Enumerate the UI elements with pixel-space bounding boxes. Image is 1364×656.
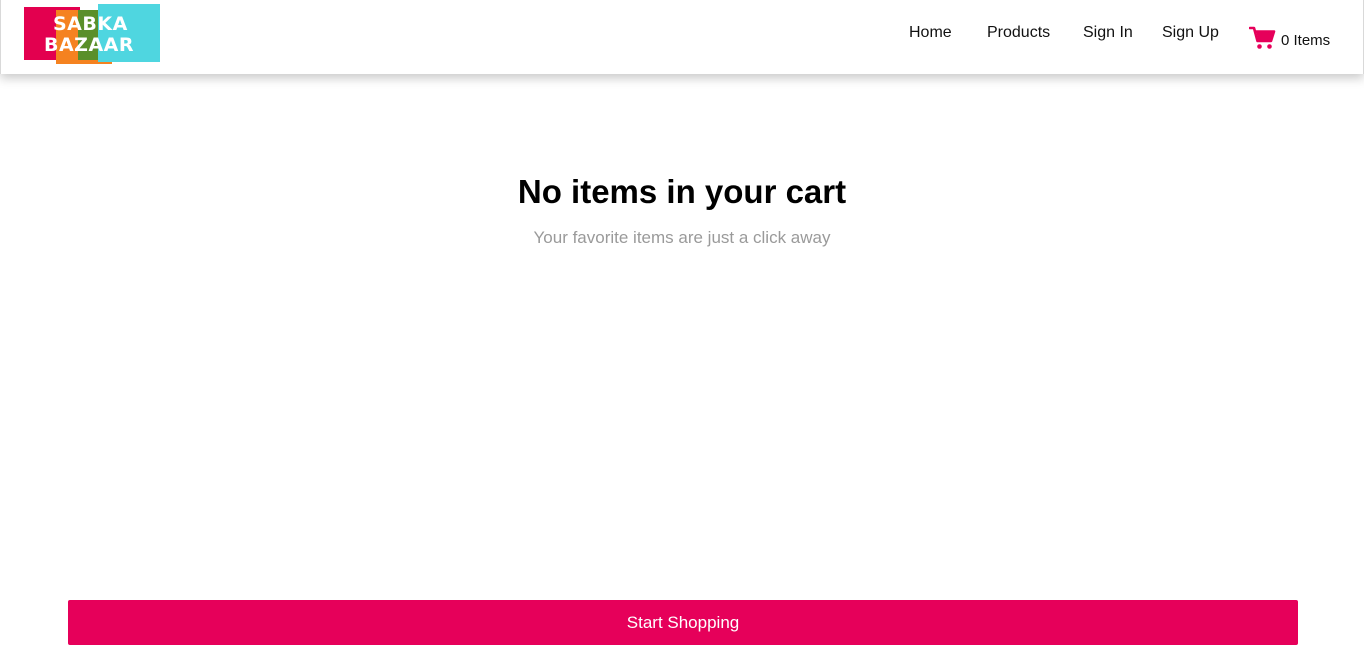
empty-cart-subtitle: Your favorite items are just a click awa… — [533, 228, 831, 247]
nav-sign-in[interactable]: Sign In — [1083, 24, 1133, 42]
nav-home[interactable]: Home — [909, 24, 952, 42]
nav-sign-up[interactable]: Sign Up — [1162, 24, 1219, 42]
cart-button[interactable]: 0 Items — [1249, 26, 1330, 50]
nav-products[interactable]: Products — [987, 24, 1050, 42]
sabka-bazaar-logo[interactable]: SABKA BAZAAR — [23, 4, 161, 66]
logo-text-line1: SABKA — [53, 13, 128, 35]
start-shopping-button[interactable]: Start Shopping — [68, 600, 1298, 645]
shopping-cart-icon — [1249, 26, 1276, 50]
empty-cart-title: No items in your cart — [517, 173, 847, 210]
logo-text-line2: BAZAAR — [44, 34, 135, 56]
cart-item-count: 0 Items — [1281, 31, 1331, 49]
site-header: SABKA BAZAAR Home Products Sign In Sign … — [0, 0, 1364, 74]
